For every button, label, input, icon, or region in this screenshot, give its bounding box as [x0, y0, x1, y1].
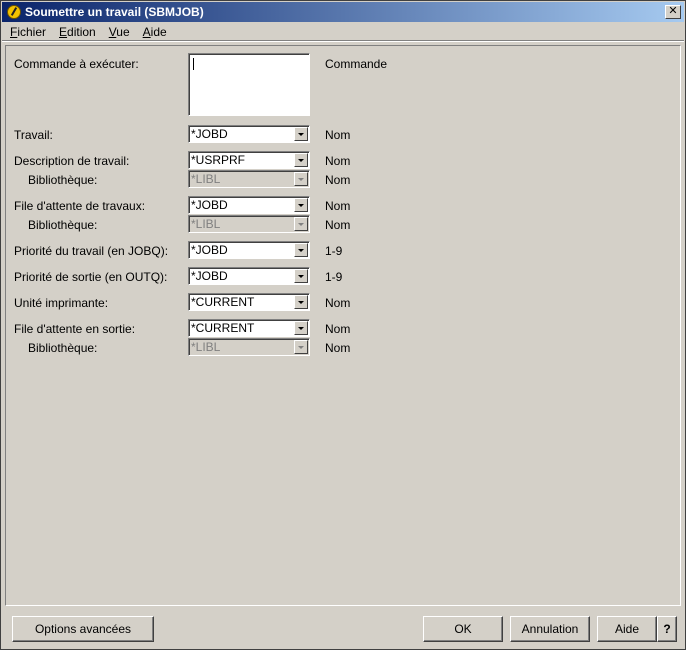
output-queue-value: *CURRENT	[191, 321, 255, 335]
travail-value: *JOBD	[191, 127, 228, 141]
output-priority-value: *JOBD	[191, 269, 228, 283]
menu-bar: Fichier Edition Vue Aide	[2, 23, 684, 42]
job-priority-label: Priorité du travail (en JOBQ):	[14, 244, 169, 258]
job-queue-combo[interactable]: *JOBD	[188, 196, 310, 214]
menu-edition[interactable]: Edition	[54, 25, 101, 39]
output-priority-hint: 1-9	[325, 270, 343, 284]
job-desc-hint: Nom	[325, 154, 351, 168]
menu-aide[interactable]: Aide	[138, 25, 172, 39]
chevron-down-icon[interactable]	[294, 269, 308, 283]
job-desc-label: Description de travail:	[14, 154, 130, 168]
menu-label: ichier	[17, 25, 47, 39]
advanced-options-button[interactable]: Options avancées	[12, 616, 154, 642]
job-queue-lib-label: Bibliothèque:	[28, 218, 98, 232]
printer-label: Unité imprimante:	[14, 296, 109, 310]
output-queue-combo[interactable]: *CURRENT	[188, 319, 310, 337]
travail-combo[interactable]: *JOBD	[188, 125, 310, 143]
job-queue-lib-value: *LIBL	[191, 217, 221, 231]
output-queue-hint: Nom	[325, 322, 351, 336]
close-button[interactable]: ✕	[665, 5, 681, 19]
job-queue-value: *JOBD	[191, 198, 228, 212]
chevron-down-icon[interactable]	[294, 243, 308, 257]
job-priority-combo[interactable]: *JOBD	[188, 241, 310, 259]
command-label: Commande à exécuter:	[14, 57, 139, 71]
menu-vue[interactable]: Vue	[104, 25, 135, 39]
output-queue-lib-label: Bibliothèque:	[28, 341, 98, 355]
job-desc-lib-value: *LIBL	[191, 172, 221, 186]
job-priority-value: *JOBD	[191, 243, 228, 257]
job-desc-lib-combo: *LIBL	[188, 170, 310, 188]
output-queue-lib-combo: *LIBL	[188, 338, 310, 356]
menu-fichier[interactable]: Fichier	[5, 25, 51, 39]
output-queue-lib-value: *LIBL	[191, 340, 221, 354]
travail-label: Travail:	[14, 128, 53, 142]
command-hint: Commande	[325, 57, 388, 71]
job-desc-value: *USRPRF	[191, 153, 246, 167]
menu-label: ue	[116, 25, 130, 39]
printer-combo[interactable]: *CURRENT	[188, 293, 310, 311]
job-desc-lib-hint: Nom	[325, 173, 351, 187]
output-priority-combo[interactable]: *JOBD	[188, 267, 310, 285]
printer-value: *CURRENT	[191, 295, 255, 309]
menu-mnemonic: A	[142, 25, 151, 39]
chevron-down-icon[interactable]	[294, 127, 308, 141]
chevron-down-icon[interactable]	[294, 321, 308, 335]
output-priority-label: Priorité de sortie (en OUTQ):	[14, 270, 168, 284]
job-desc-lib-label: Bibliothèque:	[28, 173, 98, 187]
dialog-window: Soumettre un travail (SBMJOB) ✕ Fichier …	[0, 0, 686, 650]
text-caret	[193, 58, 194, 70]
job-priority-hint: 1-9	[325, 244, 343, 258]
menu-label: dition	[67, 25, 96, 39]
menu-label: ide	[150, 25, 167, 39]
title-bar[interactable]: Soumettre un travail (SBMJOB) ✕	[2, 2, 684, 22]
whats-this-button[interactable]: ?	[657, 616, 677, 642]
output-queue-label: File d'attente en sortie:	[14, 322, 136, 336]
travail-hint: Nom	[325, 128, 351, 142]
printer-hint: Nom	[325, 296, 351, 310]
ok-button[interactable]: OK	[423, 616, 503, 642]
help-button[interactable]: Aide	[597, 616, 657, 642]
job-queue-lib-hint: Nom	[325, 218, 351, 232]
chevron-down-icon	[294, 340, 308, 354]
app-icon	[7, 5, 21, 19]
chevron-down-icon[interactable]	[294, 295, 308, 309]
window-title: Soumettre un travail (SBMJOB)	[25, 5, 204, 19]
chevron-down-icon	[294, 172, 308, 186]
chevron-down-icon[interactable]	[294, 198, 308, 212]
job-desc-combo[interactable]: *USRPRF	[188, 151, 310, 169]
job-queue-hint: Nom	[325, 199, 351, 213]
chevron-down-icon	[294, 217, 308, 231]
menu-mnemonic: E	[59, 25, 68, 39]
command-textarea[interactable]	[188, 53, 310, 116]
output-queue-lib-hint: Nom	[325, 341, 351, 355]
cancel-button[interactable]: Annulation	[510, 616, 590, 642]
chevron-down-icon[interactable]	[294, 153, 308, 167]
job-queue-label: File d'attente de travaux:	[14, 199, 146, 213]
job-queue-lib-combo: *LIBL	[188, 215, 310, 233]
